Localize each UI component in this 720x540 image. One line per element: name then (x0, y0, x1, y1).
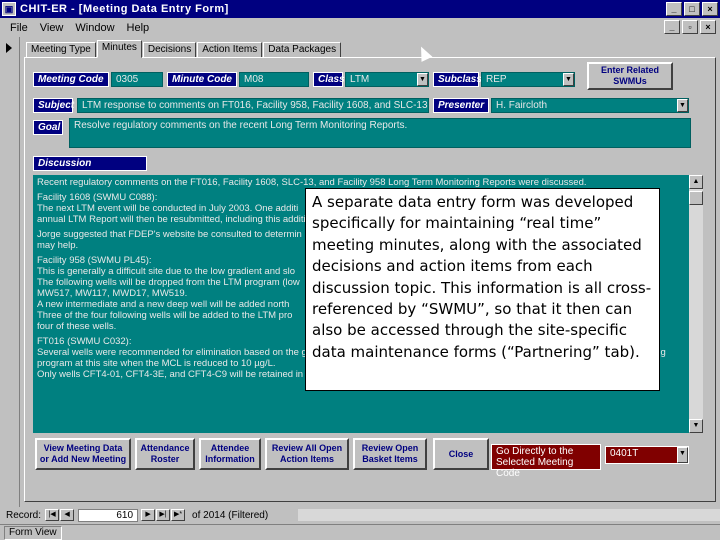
tab-decisions[interactable]: Decisions (142, 42, 197, 58)
first-record-icon[interactable]: |◀ (45, 509, 60, 521)
next-record-icon[interactable]: ▶ (141, 509, 156, 521)
goto-meeting-label: Go Directly to the Selected Meeting Code (491, 444, 601, 479)
subject-field[interactable]: LTM response to comments on FT016, Facil… (77, 98, 429, 113)
doc-restore-button[interactable]: ▫ (682, 20, 698, 34)
minute-code-label: Minute Code (167, 72, 237, 87)
status-bar: Form View (0, 524, 720, 540)
class-dropdown-icon[interactable]: ▼ (417, 73, 428, 86)
tab-data-packages[interactable]: Data Packages (263, 42, 342, 58)
record-label: Record: (6, 509, 42, 521)
scroll-up-icon[interactable]: ▲ (689, 175, 703, 189)
record-count: of 2014 (Filtered) (192, 509, 269, 521)
title-bar: ▣ CHIT-ER - [Meeting Data Entry Form] _ … (0, 0, 720, 18)
last-record-icon[interactable]: ▶| (156, 509, 171, 521)
status-text: Form View (4, 526, 62, 540)
minute-code-field[interactable]: M08 (239, 72, 309, 87)
presenter-label: Presenter (433, 98, 489, 113)
review-action-items-button[interactable]: Review All Open Action Items (265, 438, 349, 470)
meeting-code-label: Meeting Code (33, 72, 109, 87)
attendee-info-button[interactable]: Attendee Information (199, 438, 261, 470)
maximize-button[interactable]: □ (684, 2, 700, 16)
prev-record-icon[interactable]: ◀ (60, 509, 75, 521)
subclass-label: Subclass (433, 72, 482, 87)
discussion-label: Discussion (33, 156, 147, 171)
goto-meeting-combo[interactable]: 0401T ▼ (605, 446, 689, 464)
class-value: LTM (350, 74, 370, 85)
tab-meeting-type[interactable]: Meeting Type (26, 42, 96, 58)
subclass-dropdown-icon[interactable]: ▼ (563, 73, 574, 86)
presenter-value: H. Faircloth (496, 100, 548, 111)
subclass-value: REP (486, 74, 507, 85)
close-button[interactable]: Close (433, 438, 489, 470)
record-selector[interactable] (0, 37, 20, 507)
menu-bar: File View Window Help _ ▫ × (0, 18, 720, 37)
goto-meeting-value: 0401T (610, 448, 639, 459)
menu-file[interactable]: File (10, 22, 28, 34)
menu-view[interactable]: View (40, 22, 64, 34)
doc-close-button[interactable]: × (700, 20, 716, 34)
new-record-icon[interactable]: ▶* (171, 509, 186, 521)
meeting-code-field[interactable]: 0305 (111, 72, 163, 87)
tab-strip: Meeting Type Minutes Decisions Action It… (26, 40, 342, 58)
record-number-input[interactable]: 610 (78, 508, 139, 522)
doc-minimize-button[interactable]: _ (664, 20, 680, 34)
view-meeting-button[interactable]: View Meeting Data or Add New Meeting (35, 438, 131, 470)
app-icon[interactable]: ▣ (2, 2, 16, 16)
menu-window[interactable]: Window (75, 22, 114, 34)
record-pointer-icon (6, 43, 12, 53)
review-basket-items-button[interactable]: Review Open Basket Items (353, 438, 427, 470)
tab-action-items[interactable]: Action Items (197, 42, 263, 58)
presenter-combo[interactable]: H. Faircloth ▼ (491, 98, 689, 113)
discussion-scrollbar[interactable]: ▲ ▼ (689, 175, 703, 433)
subject-label: Subject (33, 98, 74, 113)
minimize-button[interactable]: _ (666, 2, 682, 16)
subclass-combo[interactable]: REP ▼ (481, 72, 575, 87)
class-combo[interactable]: LTM ▼ (345, 72, 429, 87)
presenter-dropdown-icon[interactable]: ▼ (677, 99, 688, 112)
window-title: CHIT-ER - [Meeting Data Entry Form] (20, 3, 229, 15)
horizontal-scrollbar[interactable] (298, 509, 720, 521)
explanation-callout: A separate data entry form was developed… (305, 188, 660, 391)
goto-dropdown-icon[interactable]: ▼ (677, 447, 688, 463)
goal-field[interactable]: Resolve regulatory comments on the recen… (69, 118, 691, 148)
goal-label: Goal (33, 120, 63, 135)
enter-related-swmus-button[interactable]: Enter Related SWMUs (587, 62, 673, 90)
discussion-paragraph: Recent regulatory comments on the FT016,… (37, 177, 587, 188)
menu-help[interactable]: Help (127, 22, 150, 34)
close-window-button[interactable]: × (702, 2, 718, 16)
class-label: Class (313, 72, 345, 87)
scroll-down-icon[interactable]: ▼ (689, 419, 703, 433)
scroll-thumb[interactable] (689, 191, 703, 205)
tab-minutes[interactable]: Minutes (96, 40, 142, 58)
attendance-roster-button[interactable]: Attendance Roster (135, 438, 195, 470)
